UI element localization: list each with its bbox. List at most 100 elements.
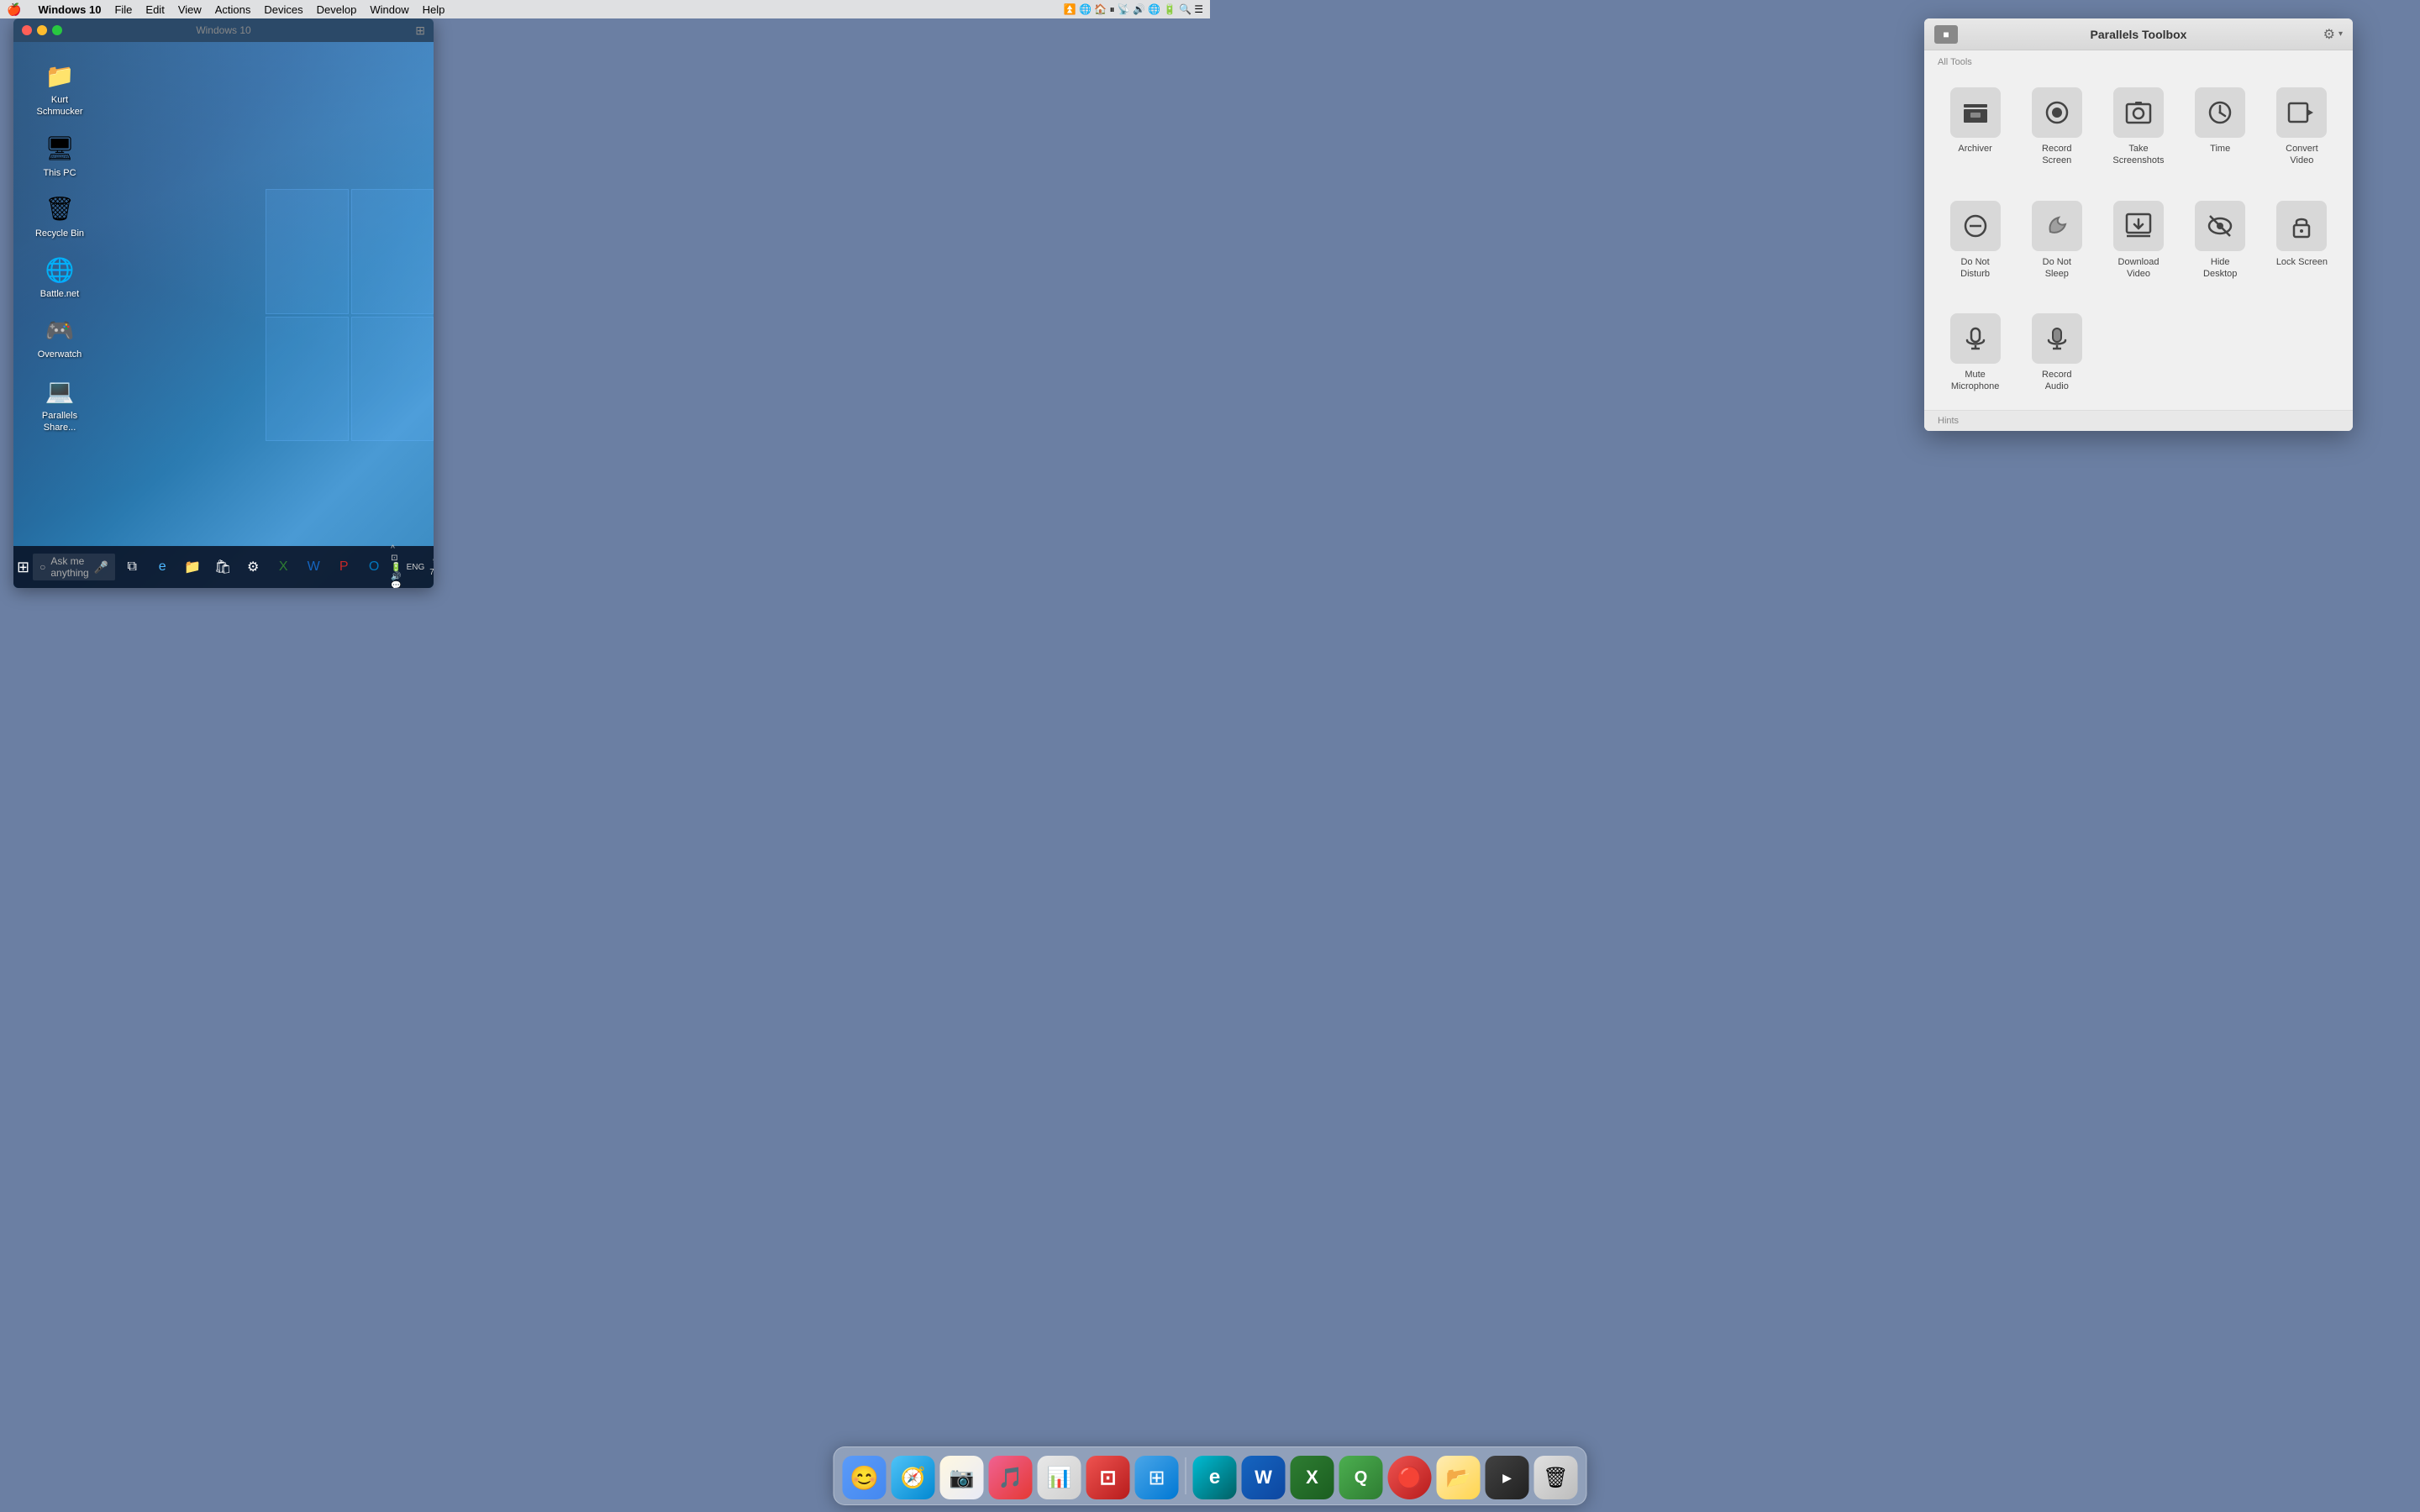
store-app[interactable]: 🛍 (209, 554, 236, 580)
dock-app-red[interactable]: 🔴 (1388, 1456, 1432, 1499)
taskbar-date: 7/29/2016 (429, 567, 434, 578)
toolbox-hints: Hints (1924, 410, 2353, 431)
dock-trash[interactable]: 🗑 (1534, 1456, 1578, 1499)
desktop-icon-overwatch[interactable]: 🎮 Overwatch (30, 313, 89, 360)
menu-view[interactable]: View (178, 3, 202, 16)
overwatch-icon: 🎮 (43, 313, 76, 347)
toolbox-titlebar: ■ Parallels Toolbox ⚙ ▾ (1924, 18, 2353, 50)
edge-icon: e (1209, 1466, 1220, 1489)
desktop-icon-battle[interactable]: 🌐 Battle.net (30, 253, 89, 300)
taskbar-start-button[interactable]: ⊞ (17, 551, 29, 583)
minimize-button[interactable] (37, 25, 47, 35)
menu-develop[interactable]: Develop (317, 3, 357, 16)
convert-video-icon (2276, 87, 2327, 138)
taskbar-clock: 9:15 AM 7/29/2016 (429, 556, 434, 578)
close-button[interactable] (22, 25, 32, 35)
archiver-label: Archiver (1958, 143, 1991, 155)
music-icon: 🎵 (998, 1466, 1023, 1490)
dock-excel[interactable]: X (1291, 1456, 1334, 1499)
toolbox-all-tools-label: All Tools (1924, 50, 2353, 71)
powerpoint-app[interactable]: P (330, 554, 357, 580)
desktop-icon-parallels[interactable]: 💻 ParallelsShare... (30, 375, 89, 434)
menu-app-name[interactable]: Windows 10 (38, 3, 101, 16)
lock-screen-label: Lock Screen (2276, 256, 2328, 268)
tool-lock-screen[interactable]: Lock Screen (2261, 191, 2343, 291)
lock-screen-icon (2276, 201, 2327, 251)
menubar-right: ⏫ 🌐 🏠 ⏸ 📡 🔊 🌐 🔋 🔍 ☰ (1064, 3, 1203, 16)
tool-download-video[interactable]: DownloadVideo (2097, 191, 2179, 291)
excel-app[interactable]: X (270, 554, 297, 580)
hide-desktop-icon (2195, 201, 2245, 251)
dock-terminal[interactable]: ▶ (1486, 1456, 1529, 1499)
outlook-app[interactable]: O (360, 554, 387, 580)
win10-desktop: 📁 KurtSchmucker 🖥 This PC 🗑 Recycle Bin … (13, 42, 434, 588)
tool-take-screenshots[interactable]: TakeScreenshots (2097, 77, 2179, 177)
dock-word[interactable]: W (1242, 1456, 1286, 1499)
menu-file[interactable]: File (114, 3, 132, 16)
time-label: Time (2210, 143, 2230, 155)
toolbox-gear-button[interactable]: ⚙ ▾ (2323, 26, 2343, 43)
menu-devices[interactable]: Devices (264, 3, 302, 16)
photos-icon: 📷 (950, 1466, 975, 1490)
dock-edge[interactable]: e (1193, 1456, 1237, 1499)
tool-record-audio[interactable]: RecordAudio (2016, 303, 2097, 403)
parallels-dock-icon: ⊡ (1099, 1466, 1116, 1490)
tool-do-not-sleep[interactable]: Do NotSleep (2016, 191, 2097, 291)
tool-record-screen[interactable]: RecordScreen (2016, 77, 2097, 177)
pane-tl (266, 189, 349, 314)
dock-parallels[interactable]: ⊡ (1086, 1456, 1130, 1499)
tool-do-not-disturb[interactable]: Do NotDisturb (1934, 191, 2016, 291)
screenshot-icon (2113, 87, 2164, 138)
desktop-icon-thispc[interactable]: 🖥 This PC (30, 132, 89, 179)
apple-icon[interactable]: 🍎 (7, 3, 21, 17)
taskbar-systray: ^ ⊡ 🔋 🔊 💬 ENG 9:15 AM 7/29/2016 (391, 544, 434, 589)
kurt-label: KurtSchmucker (36, 94, 82, 118)
dock-files[interactable]: 📂 (1437, 1456, 1481, 1499)
desktop-icon-kurt[interactable]: 📁 KurtSchmucker (30, 59, 89, 118)
toolbox-folder-button[interactable]: ■ (1934, 25, 1958, 44)
dock-photos[interactable]: 📷 (940, 1456, 984, 1499)
pane-tr (351, 189, 434, 314)
tool-time[interactable]: Time (2180, 77, 2261, 177)
pane-br (351, 317, 434, 442)
nosleep-label: Do NotSleep (2043, 256, 2071, 281)
tool-convert-video[interactable]: ConvertVideo (2261, 77, 2343, 177)
record-screen-label: RecordScreen (2042, 143, 2071, 167)
dock-music[interactable]: 🎵 (989, 1456, 1033, 1499)
trash-icon: 🗑 (1543, 1466, 1568, 1490)
dock-qb[interactable]: Q (1339, 1456, 1383, 1499)
desktop-icon-recycle[interactable]: 🗑 Recycle Bin (30, 192, 89, 239)
terminal-icon: ▶ (1502, 1469, 1512, 1487)
dock-safari[interactable]: 🧭 (892, 1456, 935, 1499)
edge-app[interactable]: e (149, 554, 176, 580)
taskview-button[interactable]: ⧉ (118, 554, 145, 580)
win10-titlebar: Windows 10 ⊞ (13, 18, 434, 42)
tool-archiver[interactable]: Archiver (1934, 77, 2016, 177)
menu-window[interactable]: Window (370, 3, 408, 16)
parallels-label: ParallelsShare... (42, 410, 77, 434)
menu-help[interactable]: Help (423, 3, 445, 16)
nosleep-icon (2032, 201, 2082, 251)
menu-actions[interactable]: Actions (215, 3, 251, 16)
dock-keynote[interactable]: 📊 (1038, 1456, 1081, 1499)
gear-icon: ⚙ (2323, 26, 2335, 43)
dock-windows[interactable]: ⊞ (1135, 1456, 1179, 1499)
tool-hide-desktop[interactable]: HideDesktop (2180, 191, 2261, 291)
explorer-app[interactable]: 📁 (179, 554, 206, 580)
windows-icon: ⊞ (1148, 1466, 1165, 1490)
taskbar-search[interactable]: ○ Ask me anything 🎤 (33, 554, 115, 580)
battle-icon: 🌐 (43, 253, 76, 286)
maximize-button[interactable] (52, 25, 62, 35)
finder-icon: 😊 (850, 1464, 879, 1492)
screenshot-label: TakeScreenshots (2112, 143, 2164, 167)
settings-app[interactable]: ⚙ (239, 554, 266, 580)
dock-finder[interactable]: 😊 (843, 1456, 886, 1499)
word-app[interactable]: W (300, 554, 327, 580)
mac-menubar: 🍎 Windows 10 File Edit View Actions Devi… (0, 0, 1210, 18)
grid-icon[interactable]: ⊞ (415, 24, 425, 38)
win10-window: Windows 10 ⊞ 📁 KurtSchmucker 🖥 This PC (13, 18, 434, 588)
tool-mute-microphone[interactable]: MuteMicrophone (1934, 303, 2016, 403)
red-app-icon: 🔴 (1397, 1466, 1423, 1490)
mute-mic-icon (1950, 313, 2001, 364)
menu-edit[interactable]: Edit (145, 3, 164, 16)
